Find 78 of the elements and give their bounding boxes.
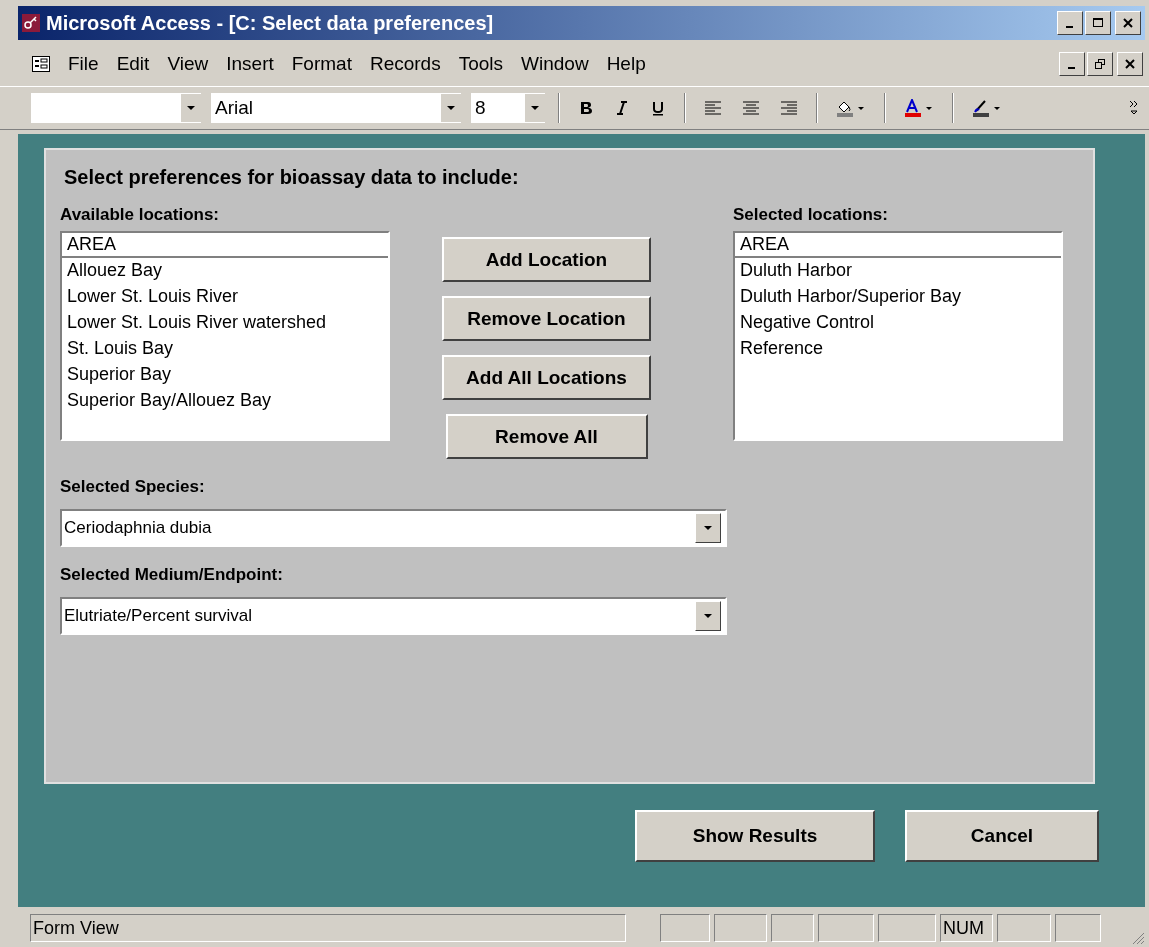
form-button[interactable]: Remove Location xyxy=(442,296,651,341)
key-icon xyxy=(22,14,40,32)
status-panel xyxy=(878,914,936,942)
status-text: Form View xyxy=(30,914,626,942)
restore-button[interactable] xyxy=(1087,52,1113,76)
caret-icon xyxy=(531,106,539,110)
menu-item[interactable]: Help xyxy=(606,53,646,75)
form-button[interactable]: Add All Locations xyxy=(442,355,651,400)
align-left-icon[interactable] xyxy=(704,100,722,116)
menu-item[interactable]: Insert xyxy=(226,53,274,75)
menu-item[interactable]: Edit xyxy=(116,53,150,75)
form-heading: Select preferences for bioassay data to include: xyxy=(64,166,520,189)
close-icon xyxy=(1123,18,1133,28)
minimize-button[interactable] xyxy=(1059,52,1085,76)
form-button[interactable]: Add Location xyxy=(442,237,651,282)
line-color-icon[interactable] xyxy=(972,99,1002,117)
bold-icon[interactable] xyxy=(578,100,594,116)
list-label: Available locations: xyxy=(60,205,221,225)
list-item[interactable]: Lower St. Louis River xyxy=(62,284,388,310)
cancel-button[interactable]: Cancel xyxy=(905,810,1099,862)
caret-icon xyxy=(447,106,455,110)
minimize-icon xyxy=(1065,26,1073,28)
dropdown-field[interactable]: Ceriodaphnia dubia xyxy=(60,509,727,547)
status-indicator: NUM xyxy=(940,914,993,942)
list-header: AREA xyxy=(735,233,1061,258)
align-center-icon[interactable] xyxy=(742,100,760,116)
menu-item[interactable]: File xyxy=(68,53,99,75)
menu-item[interactable]: Records xyxy=(369,53,441,75)
restore-icon xyxy=(1095,59,1105,69)
list-item[interactable]: Lower St. Louis River watershed xyxy=(62,310,388,336)
maximize-icon xyxy=(1093,18,1103,28)
locations-list[interactable]: AREA Allouez Bay Lower St. Louis River Lower St. Louis River watershed St. Louis Bay Superior Bay Superior Bay/Allouez Bay xyxy=(60,231,390,441)
field-label: Selected Medium/Endpoint: xyxy=(60,565,284,585)
font-size-dropdown[interactable]: 8 xyxy=(470,92,546,124)
overflow-icon[interactable] xyxy=(1129,100,1139,116)
dropdown-field[interactable]: Elutriate/Percent survival xyxy=(60,597,727,635)
caret-icon xyxy=(704,526,712,530)
status-panel xyxy=(1055,914,1101,942)
window-title: Microsoft Access - [C: Select data preferences] xyxy=(46,11,494,35)
menu-item[interactable]: Tools xyxy=(458,53,504,75)
minimize-button[interactable] xyxy=(1057,11,1083,35)
resize-grip-icon[interactable] xyxy=(1131,931,1145,945)
menu-item[interactable]: Format xyxy=(291,53,352,75)
list-item[interactable]: Superior Bay/Allouez Bay xyxy=(62,388,388,414)
field-label: Selected Species: xyxy=(60,477,206,497)
status-panel xyxy=(714,914,767,942)
status-panel xyxy=(660,914,710,942)
minimize-icon xyxy=(1067,67,1075,69)
close-button[interactable] xyxy=(1115,11,1141,35)
close-button[interactable] xyxy=(1117,52,1143,76)
font-color-icon[interactable] xyxy=(904,99,934,117)
align-right-icon[interactable] xyxy=(780,100,798,116)
status-panel xyxy=(771,914,814,942)
font-dropdown[interactable]: Arial xyxy=(210,92,462,124)
menu-item[interactable]: View xyxy=(167,53,209,75)
status-panel xyxy=(997,914,1051,942)
list-item[interactable]: Reference xyxy=(735,336,1061,362)
show-results-button[interactable]: Show Results xyxy=(635,810,875,862)
italic-icon[interactable] xyxy=(614,100,630,116)
menu-item[interactable]: Window xyxy=(521,53,589,75)
caret-icon xyxy=(187,106,195,110)
status-panel xyxy=(818,914,874,942)
list-header: AREA xyxy=(62,233,388,258)
list-label: Selected locations: xyxy=(733,205,889,225)
form-icon[interactable] xyxy=(32,56,50,72)
list-item[interactable]: Negative Control xyxy=(735,310,1061,336)
list-item[interactable]: St. Louis Bay xyxy=(62,336,388,362)
underline-icon[interactable] xyxy=(650,100,666,116)
maximize-button[interactable] xyxy=(1085,11,1111,35)
locations-list[interactable]: AREA Duluth Harbor Duluth Harbor/Superior Bay Negative Control Reference xyxy=(733,231,1063,441)
caret-icon xyxy=(704,614,712,618)
form-button[interactable]: Remove All xyxy=(445,414,648,459)
list-item[interactable]: Allouez Bay xyxy=(62,258,388,284)
fill-color-icon[interactable] xyxy=(836,99,866,117)
list-item[interactable]: Duluth Harbor xyxy=(735,258,1061,284)
list-item[interactable]: Superior Bay xyxy=(62,362,388,388)
close-icon xyxy=(1125,59,1135,69)
list-item[interactable]: Duluth Harbor/Superior Bay xyxy=(735,284,1061,310)
